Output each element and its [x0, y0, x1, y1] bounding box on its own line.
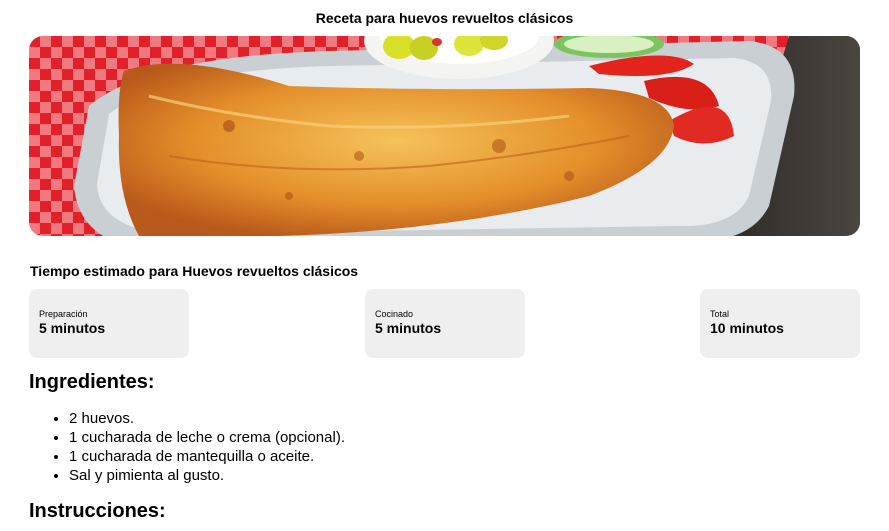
time-card-label: Cocinado — [375, 309, 414, 319]
time-card-prep: Preparación 5 minutos — [29, 289, 189, 358]
ingredient-item: 1 cucharada de mantequilla o aceite. — [69, 447, 345, 466]
ingredients-heading: Ingredientes: — [29, 371, 155, 393]
time-card-cook: Cocinado 5 minutos — [365, 289, 525, 358]
time-card-total: Total 10 minutos — [700, 289, 860, 358]
page-title: Receta para huevos revueltos clásicos — [315, 10, 574, 26]
ingredients-list: 2 huevos. 1 cucharada de leche o crema (… — [29, 409, 345, 485]
ingredient-item: 2 huevos. — [69, 409, 345, 428]
time-card-value: 5 minutos — [375, 320, 442, 336]
ingredient-item: 1 cucharada de leche o crema (opcional). — [69, 428, 345, 447]
time-card-value: 10 minutos — [710, 320, 784, 336]
instructions-heading: Instrucciones: — [29, 500, 166, 522]
time-card-value: 5 minutos — [39, 320, 106, 336]
ingredient-item: Sal y pimienta al gusto. — [69, 466, 345, 485]
time-heading: Tiempo estimado para Huevos revueltos cl… — [30, 263, 359, 279]
hero-image — [29, 36, 860, 236]
time-card-label: Total — [710, 309, 730, 319]
time-card-label: Preparación — [39, 309, 88, 319]
